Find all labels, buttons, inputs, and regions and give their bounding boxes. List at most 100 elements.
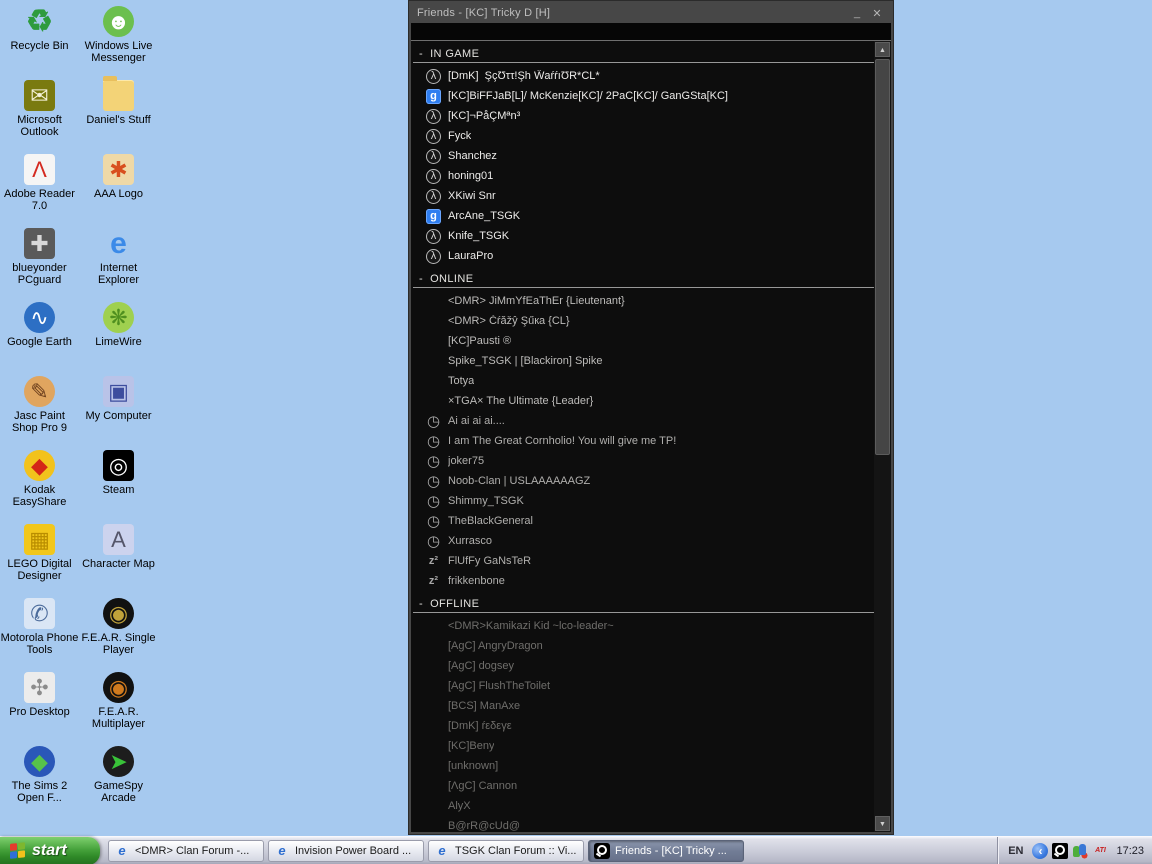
- scroll-up-icon[interactable]: ▲: [875, 42, 890, 57]
- friend-row[interactable]: <DMR> Čŕăžŷ Şűкa {CL}: [411, 311, 874, 331]
- friend-row[interactable]: [KC]Pausti ®: [411, 331, 874, 351]
- desktop-icon-image: ❋: [103, 302, 134, 333]
- status-icon: λ: [426, 69, 441, 84]
- toolbar-strip: [411, 23, 891, 40]
- friend-name: Knife_TSGK: [448, 230, 509, 242]
- desktop-icon[interactable]: ♻ Recycle Bin: [1, 6, 79, 80]
- status-icon: ◷: [426, 494, 441, 509]
- friend-row[interactable]: ◷ Shimmy_TSGK: [411, 491, 874, 511]
- desktop-icon-label: F.E.A.R. Single Player: [80, 632, 158, 656]
- friend-row[interactable]: <DMR> JiMmYfEaThEr {Lieutenant}: [411, 291, 874, 311]
- friend-row[interactable]: ◷ joker75: [411, 451, 874, 471]
- friend-row[interactable]: λ Fyck: [411, 126, 874, 146]
- status-icon: ◷: [426, 534, 441, 549]
- desktop-icon-label: Jasc Paint Shop Pro 9: [1, 410, 79, 434]
- desktop-icon-label: My Computer: [85, 410, 151, 422]
- desktop-icon[interactable]: ➤ GameSpy Arcade: [80, 746, 158, 820]
- friend-row[interactable]: [unknown]: [411, 756, 874, 776]
- task-app-icon: e: [114, 843, 130, 859]
- friend-row[interactable]: g ArcAne_TSGK: [411, 206, 874, 226]
- friend-row[interactable]: <DMR>Kamikazi Kid ~lco-leader~: [411, 616, 874, 636]
- desktop-icon-image: ✉: [24, 80, 55, 111]
- clock[interactable]: 17:23: [1113, 845, 1144, 857]
- start-button[interactable]: start: [0, 837, 100, 864]
- friend-row[interactable]: ×TGA× The Ultimate {Leader}: [411, 391, 874, 411]
- friend-row[interactable]: z² frikkenbone: [411, 571, 874, 591]
- taskbar-task-button[interactable]: Friends - [KC] Tricky ...: [588, 840, 744, 862]
- tray-icon[interactable]: ATI: [1092, 843, 1108, 859]
- scrollbar[interactable]: ▲ ▼: [874, 41, 891, 832]
- friend-row[interactable]: g [KC]BiFFJaB[L]/ McKenzie[KC]/ 2PaC[KC]…: [411, 86, 874, 106]
- desktop-icon[interactable]: ☻ Windows Live Messenger: [80, 6, 158, 80]
- friend-row[interactable]: [AgC] AngryDragon: [411, 636, 874, 656]
- friend-row[interactable]: λ LauraPro: [411, 246, 874, 266]
- windows-flag-icon: [10, 842, 26, 860]
- friend-row[interactable]: z² FlUfFy GaNsTeR: [411, 551, 874, 571]
- desktop-icon[interactable]: ❋ LimeWire: [80, 302, 158, 376]
- tray-icon[interactable]: ‹: [1032, 843, 1048, 859]
- friend-row[interactable]: AlyX: [411, 796, 874, 816]
- section-header[interactable]: -OFFLINE: [413, 591, 874, 613]
- friend-row[interactable]: ◷ Ai ai ai ai....: [411, 411, 874, 431]
- collapse-indicator: -: [419, 273, 423, 285]
- desktop-icon[interactable]: ∿ Google Earth: [1, 302, 79, 376]
- desktop-icon[interactable]: ✚ blueyonder PCguard: [1, 228, 79, 302]
- desktop-icon[interactable]: ◉ F.E.A.R. Single Player: [80, 598, 158, 672]
- status-icon: λ: [426, 169, 441, 184]
- desktop-icon[interactable]: ✆ Motorola Phone Tools: [1, 598, 79, 672]
- close-button[interactable]: ✕: [869, 7, 885, 20]
- friend-row[interactable]: [AgC] dogsey: [411, 656, 874, 676]
- desktop-icon[interactable]: ◉ F.E.A.R. Multiplayer: [80, 672, 158, 746]
- desktop-icon[interactable]: e Internet Explorer: [80, 228, 158, 302]
- language-indicator[interactable]: EN: [1004, 844, 1027, 858]
- friend-row[interactable]: λ XKiwi Snr: [411, 186, 874, 206]
- desktop-icon[interactable]: A Character Map: [80, 524, 158, 598]
- taskbar-task-button[interactable]: e TSGK Clan Forum :: Vi...: [428, 840, 584, 862]
- section-header[interactable]: -IN GAME: [413, 41, 874, 63]
- desktop-icon[interactable]: ◆ Kodak EasyShare: [1, 450, 79, 524]
- friend-row[interactable]: Totya: [411, 371, 874, 391]
- friend-row[interactable]: [ΛgC] Cannon: [411, 776, 874, 796]
- friend-row[interactable]: ◷ TheBlackGeneral: [411, 511, 874, 531]
- taskbar-task-button[interactable]: e <DMR> Clan Forum -...: [108, 840, 264, 862]
- friend-row[interactable]: ◷ Noob-Clan | USLAAAAAAGZ: [411, 471, 874, 491]
- scrollbar-thumb[interactable]: [875, 59, 890, 455]
- friend-row[interactable]: [DmK] ŕεδεγε: [411, 716, 874, 736]
- friend-row[interactable]: [BCS] ManAxe: [411, 696, 874, 716]
- friend-row[interactable]: λ [KC]¬PåÇMªn³: [411, 106, 874, 126]
- friend-row[interactable]: Spike_TSGK | [Blackiron] Spike: [411, 351, 874, 371]
- friend-row[interactable]: λ Knife_TSGK: [411, 226, 874, 246]
- friend-row[interactable]: ◷ I am The Great Cornholio! You will giv…: [411, 431, 874, 451]
- desktop-icon[interactable]: ◎ Steam: [80, 450, 158, 524]
- desktop-icon-label: The Sims 2 Open F...: [1, 780, 79, 804]
- friend-row[interactable]: B@rR@cUd@: [411, 816, 874, 832]
- friend-row[interactable]: λ Shanchez: [411, 146, 874, 166]
- taskbar: start e <DMR> Clan Forum -... e Invision…: [0, 836, 1152, 864]
- desktop-icon[interactable]: Λ Adobe Reader 7.0: [1, 154, 79, 228]
- desktop-icon-label: Pro Desktop: [9, 706, 70, 718]
- scroll-down-icon[interactable]: ▼: [875, 816, 890, 831]
- desktop-icon[interactable]: ✎ Jasc Paint Shop Pro 9: [1, 376, 79, 450]
- friend-row[interactable]: λ honing01: [411, 166, 874, 186]
- status-icon: λ: [426, 129, 441, 144]
- desktop-icon[interactable]: ◆ The Sims 2 Open F...: [1, 746, 79, 820]
- desktop-icon-label: Microsoft Outlook: [1, 114, 79, 138]
- friend-row[interactable]: ◷ Xurrasco: [411, 531, 874, 551]
- taskbar-task-button[interactable]: e Invision Power Board ...: [268, 840, 424, 862]
- friend-row[interactable]: [KC]Beny: [411, 736, 874, 756]
- minimize-button[interactable]: _: [849, 7, 865, 19]
- friend-row[interactable]: [AgC] FlushTheToilet: [411, 676, 874, 696]
- section-header[interactable]: -ONLINE: [413, 266, 874, 288]
- desktop-icon[interactable]: ✣ Pro Desktop: [1, 672, 79, 746]
- tray-icon[interactable]: [1072, 843, 1088, 859]
- status-icon: ◷: [426, 514, 441, 529]
- titlebar[interactable]: Friends - [KC] Tricky D [H] _ ✕: [411, 3, 891, 23]
- desktop-icon[interactable]: ✉ Microsoft Outlook: [1, 80, 79, 154]
- desktop-icon[interactable]: Daniel's Stuff: [80, 80, 158, 154]
- desktop-icon[interactable]: ▦ LEGO Digital Designer: [1, 524, 79, 598]
- desktop-icon[interactable]: ▣ My Computer: [80, 376, 158, 450]
- friend-row[interactable]: λ [DmK] ŞçƱττ!Şh ŴaŕŕıƱR*CL*: [411, 66, 874, 86]
- status-icon: ◷: [426, 434, 441, 449]
- desktop-icon[interactable]: ✱ AAA Logo: [80, 154, 158, 228]
- tray-icon[interactable]: [1052, 843, 1068, 859]
